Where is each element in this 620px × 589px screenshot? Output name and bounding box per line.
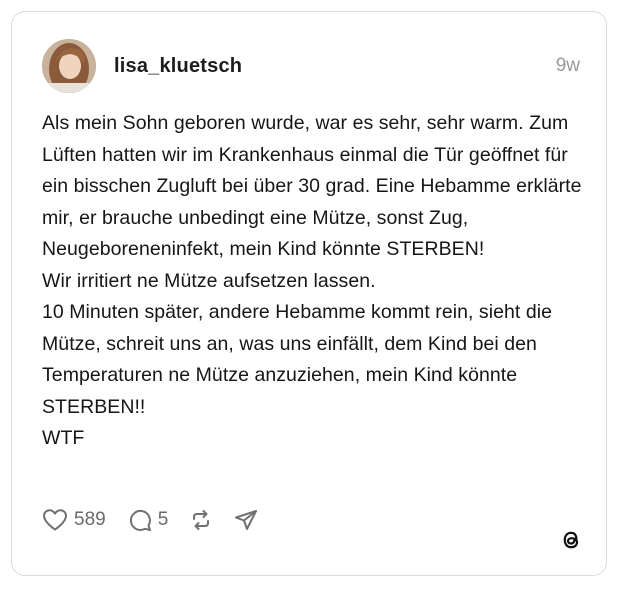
avatar[interactable]: [42, 39, 96, 93]
share-button[interactable]: [234, 508, 258, 532]
post-header: lisa_kluetsch 9w: [42, 38, 582, 94]
avatar-image: [42, 39, 96, 93]
reply-count: 5: [157, 509, 169, 530]
repost-icon: [193, 510, 210, 530]
comment-icon: [129, 509, 151, 531]
repost-button[interactable]: [190, 509, 212, 531]
post-body: Als mein Sohn geboren wurde, war es sehr…: [42, 112, 582, 449]
like-count: 589: [74, 509, 106, 530]
send-icon: [235, 510, 258, 530]
heart-icon: [43, 509, 67, 531]
post-time: 9w: [555, 55, 580, 76]
like-button[interactable]: 589: [42, 508, 106, 532]
post-card: lisa_kluetsch 9w Als mein Sohn geboren w…: [11, 11, 607, 576]
action-bar: 589 5: [42, 505, 280, 535]
threads-logo-icon[interactable]: [558, 527, 584, 553]
reply-button[interactable]: 5: [128, 508, 169, 532]
username[interactable]: lisa_kluetsch: [114, 55, 556, 78]
